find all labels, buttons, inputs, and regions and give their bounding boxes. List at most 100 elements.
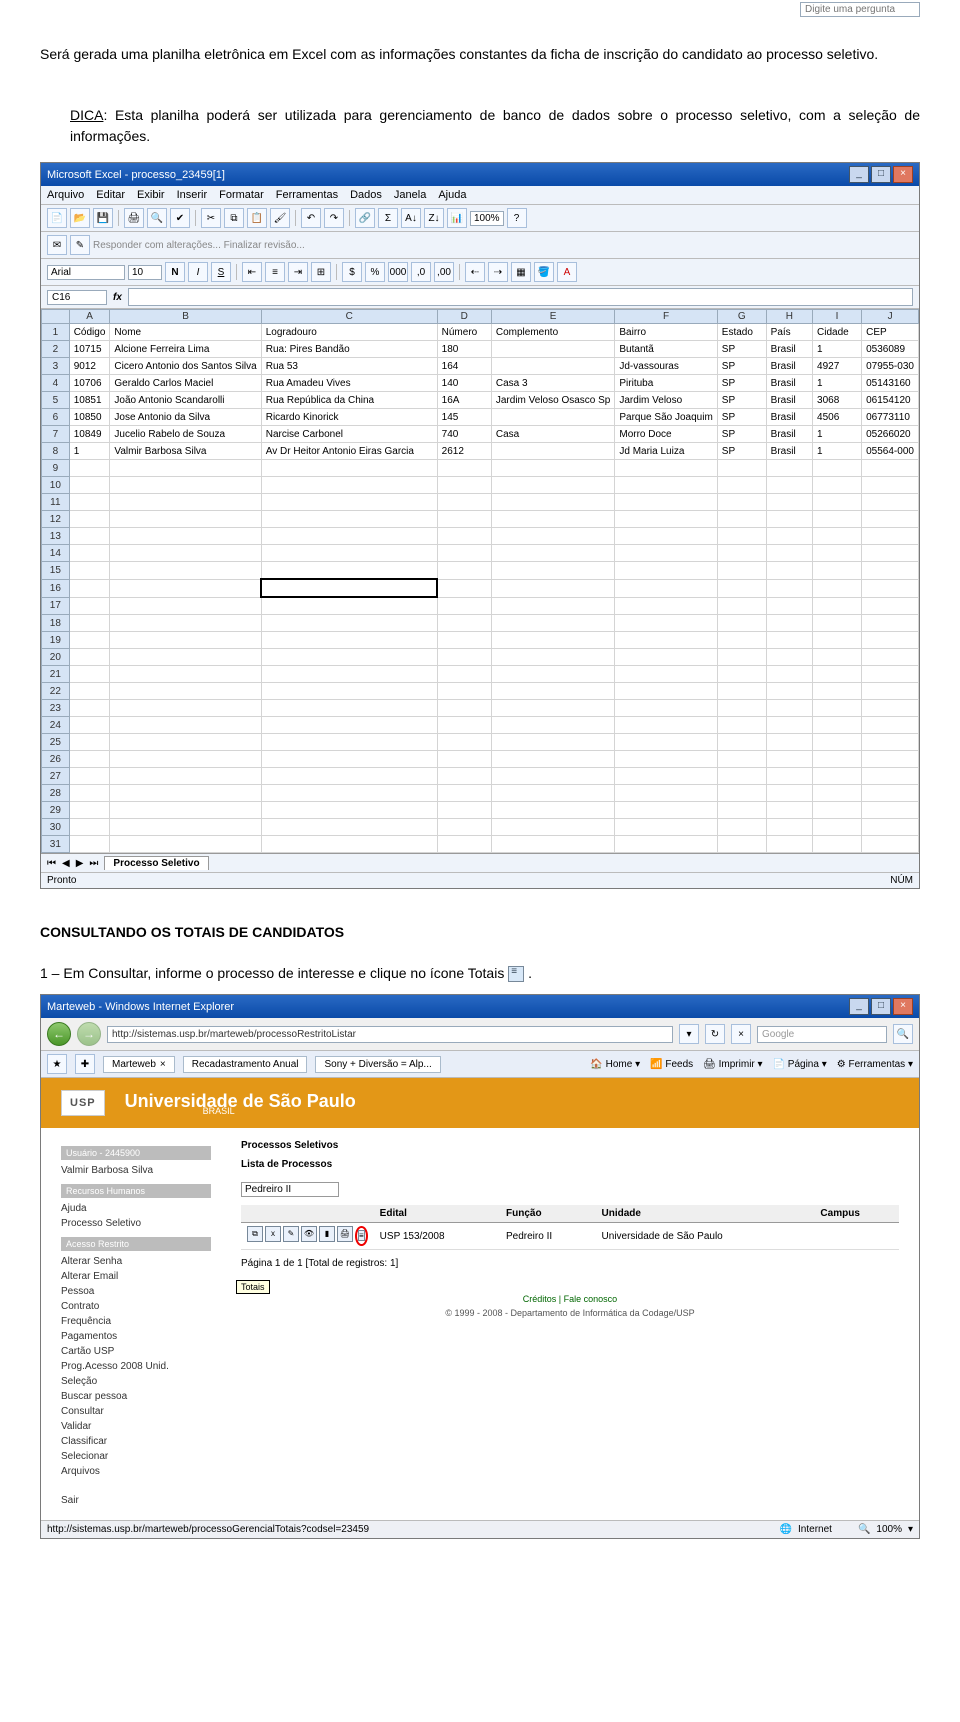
zoom-input[interactable]: 100%	[470, 211, 504, 226]
forward-button[interactable]: →	[77, 1022, 101, 1046]
worksheet[interactable]: ABCDEFGHIJ1CódigoNomeLogradouroNúmeroCom…	[41, 309, 919, 853]
credits[interactable]: Créditos | Fale conosco	[241, 1294, 899, 1304]
indent-inc-icon[interactable]: ⇢	[488, 262, 508, 282]
bold-icon[interactable]: N	[165, 262, 185, 282]
review-icon[interactable]: ✉	[47, 235, 67, 255]
thousands-icon[interactable]: 000	[388, 262, 408, 282]
back-button[interactable]: ←	[47, 1022, 71, 1046]
font-size-input[interactable]: 10	[128, 265, 162, 280]
zoom-value[interactable]: 100%	[876, 1524, 902, 1535]
borders-icon[interactable]: ▦	[511, 262, 531, 282]
add-favorites-icon[interactable]: ✚	[75, 1054, 95, 1074]
formula-input[interactable]	[128, 288, 913, 306]
menu-formatar[interactable]: Formatar	[219, 189, 264, 201]
sort-asc-icon[interactable]: A↓	[401, 208, 421, 228]
page-link[interactable]: 📄 Página ▾	[773, 1059, 827, 1070]
stop-icon[interactable]: ×	[731, 1024, 751, 1044]
nav-link[interactable]: Processo Seletivo	[61, 1216, 211, 1231]
nav-link[interactable]: Ajuda	[61, 1201, 211, 1216]
nav-link[interactable]: Frequência	[61, 1314, 211, 1329]
tab-nav-prev-icon[interactable]: ◀	[62, 858, 70, 869]
chart-icon[interactable]: 📊	[447, 208, 467, 228]
fx-icon[interactable]: fx	[113, 292, 122, 303]
action-barcode-icon[interactable]: ▮	[319, 1226, 335, 1242]
action-totais-icon[interactable]: ≡	[358, 1230, 365, 1241]
hyperlink-icon[interactable]: 🔗	[355, 208, 375, 228]
browser-tab-3[interactable]: Sony + Diversão = Alp...	[315, 1056, 440, 1073]
close-button[interactable]: ×	[893, 166, 913, 183]
nav-link[interactable]: Pessoa	[61, 1284, 211, 1299]
sheet-tab[interactable]: Processo Seletivo	[104, 856, 208, 870]
filter-input[interactable]	[241, 1182, 339, 1197]
autosum-icon[interactable]: Σ	[378, 208, 398, 228]
underline-icon[interactable]: S	[211, 262, 231, 282]
inc-dec-icon[interactable]: ,0	[411, 262, 431, 282]
menu-janela[interactable]: Janela	[394, 189, 426, 201]
action-excel-icon[interactable]: x	[265, 1226, 281, 1242]
action-edit-icon[interactable]: ✎	[283, 1226, 299, 1242]
nav-link[interactable]: Consultar	[61, 1404, 211, 1419]
currency-icon[interactable]: $	[342, 262, 362, 282]
menu-arquivo[interactable]: Arquivo	[47, 189, 84, 201]
review2-icon[interactable]: ✎	[70, 235, 90, 255]
ie-close-button[interactable]: ×	[893, 998, 913, 1015]
name-box[interactable]: C16	[47, 290, 107, 305]
dec-dec-icon[interactable]: ,00	[434, 262, 454, 282]
indent-dec-icon[interactable]: ⇠	[465, 262, 485, 282]
nav-link[interactable]: Pagamentos	[61, 1329, 211, 1344]
ask-question-input[interactable]	[800, 2, 920, 17]
nav-link[interactable]: Cartão USP	[61, 1344, 211, 1359]
ie-maximize-button[interactable]: □	[871, 998, 891, 1015]
fill-color-icon[interactable]: 🪣	[534, 262, 554, 282]
format-painter-icon[interactable]: 🖌	[270, 208, 290, 228]
address-bar[interactable]: http://sistemas.usp.br/marteweb/processo…	[107, 1026, 673, 1043]
redo-icon[interactable]: ↷	[324, 208, 344, 228]
minimize-button[interactable]: _	[849, 166, 869, 183]
merge-icon[interactable]: ⊞	[311, 262, 331, 282]
tools-link[interactable]: ⚙ Ferramentas ▾	[837, 1059, 913, 1070]
action-copy-icon[interactable]: ⧉	[247, 1226, 263, 1242]
maximize-button[interactable]: □	[871, 166, 891, 183]
browser-tab-1[interactable]: Marteweb×	[103, 1056, 175, 1073]
nav-link[interactable]: Selecionar	[61, 1449, 211, 1464]
browser-tab-2[interactable]: Recadastramento Anual	[183, 1056, 308, 1073]
menu-inserir[interactable]: Inserir	[177, 189, 208, 201]
print-link[interactable]: 🖨 Imprimir ▾	[703, 1059, 762, 1070]
spell-icon[interactable]: ✔	[170, 208, 190, 228]
menu-editar[interactable]: Editar	[96, 189, 125, 201]
open-icon[interactable]: 📂	[70, 208, 90, 228]
percent-icon[interactable]: %	[365, 262, 385, 282]
preview-icon[interactable]: 🔍	[147, 208, 167, 228]
menu-dados[interactable]: Dados	[350, 189, 382, 201]
nav-link[interactable]: Alterar Senha	[61, 1254, 211, 1269]
nav-link[interactable]: Classificar	[61, 1434, 211, 1449]
ie-minimize-button[interactable]: _	[849, 998, 869, 1015]
feeds-link[interactable]: 📶 Feeds	[650, 1059, 693, 1070]
paste-icon[interactable]: 📋	[247, 208, 267, 228]
nav-link[interactable]: Prog.Acesso 2008 Unid.	[61, 1359, 211, 1374]
nav-sair[interactable]: Sair	[61, 1493, 211, 1508]
align-center-icon[interactable]: ≡	[265, 262, 285, 282]
cut-icon[interactable]: ✂	[201, 208, 221, 228]
nav-link[interactable]: Validar	[61, 1419, 211, 1434]
nav-link[interactable]: Buscar pessoa	[61, 1389, 211, 1404]
undo-icon[interactable]: ↶	[301, 208, 321, 228]
align-left-icon[interactable]: ⇤	[242, 262, 262, 282]
new-icon[interactable]: 📄	[47, 208, 67, 228]
tab-nav-last-icon[interactable]: ⏭	[89, 858, 98, 869]
action-view-icon[interactable]: 👁	[301, 1226, 317, 1242]
nav-link[interactable]: Contrato	[61, 1299, 211, 1314]
italic-icon[interactable]: I	[188, 262, 208, 282]
go-button[interactable]: ▾	[679, 1024, 699, 1044]
menu-ferramentas[interactable]: Ferramentas	[276, 189, 338, 201]
save-icon[interactable]: 💾	[93, 208, 113, 228]
nav-link[interactable]: Seleção	[61, 1374, 211, 1389]
nav-link[interactable]: Alterar Email	[61, 1269, 211, 1284]
tab-nav-first-icon[interactable]: ⏮	[47, 858, 56, 869]
refresh-icon[interactable]: ↻	[705, 1024, 725, 1044]
favorites-icon[interactable]: ★	[47, 1054, 67, 1074]
action-print-icon[interactable]: 🖨	[337, 1226, 353, 1242]
sort-desc-icon[interactable]: Z↓	[424, 208, 444, 228]
menu-ajuda[interactable]: Ajuda	[438, 189, 466, 201]
search-box[interactable]: Google	[757, 1026, 887, 1043]
